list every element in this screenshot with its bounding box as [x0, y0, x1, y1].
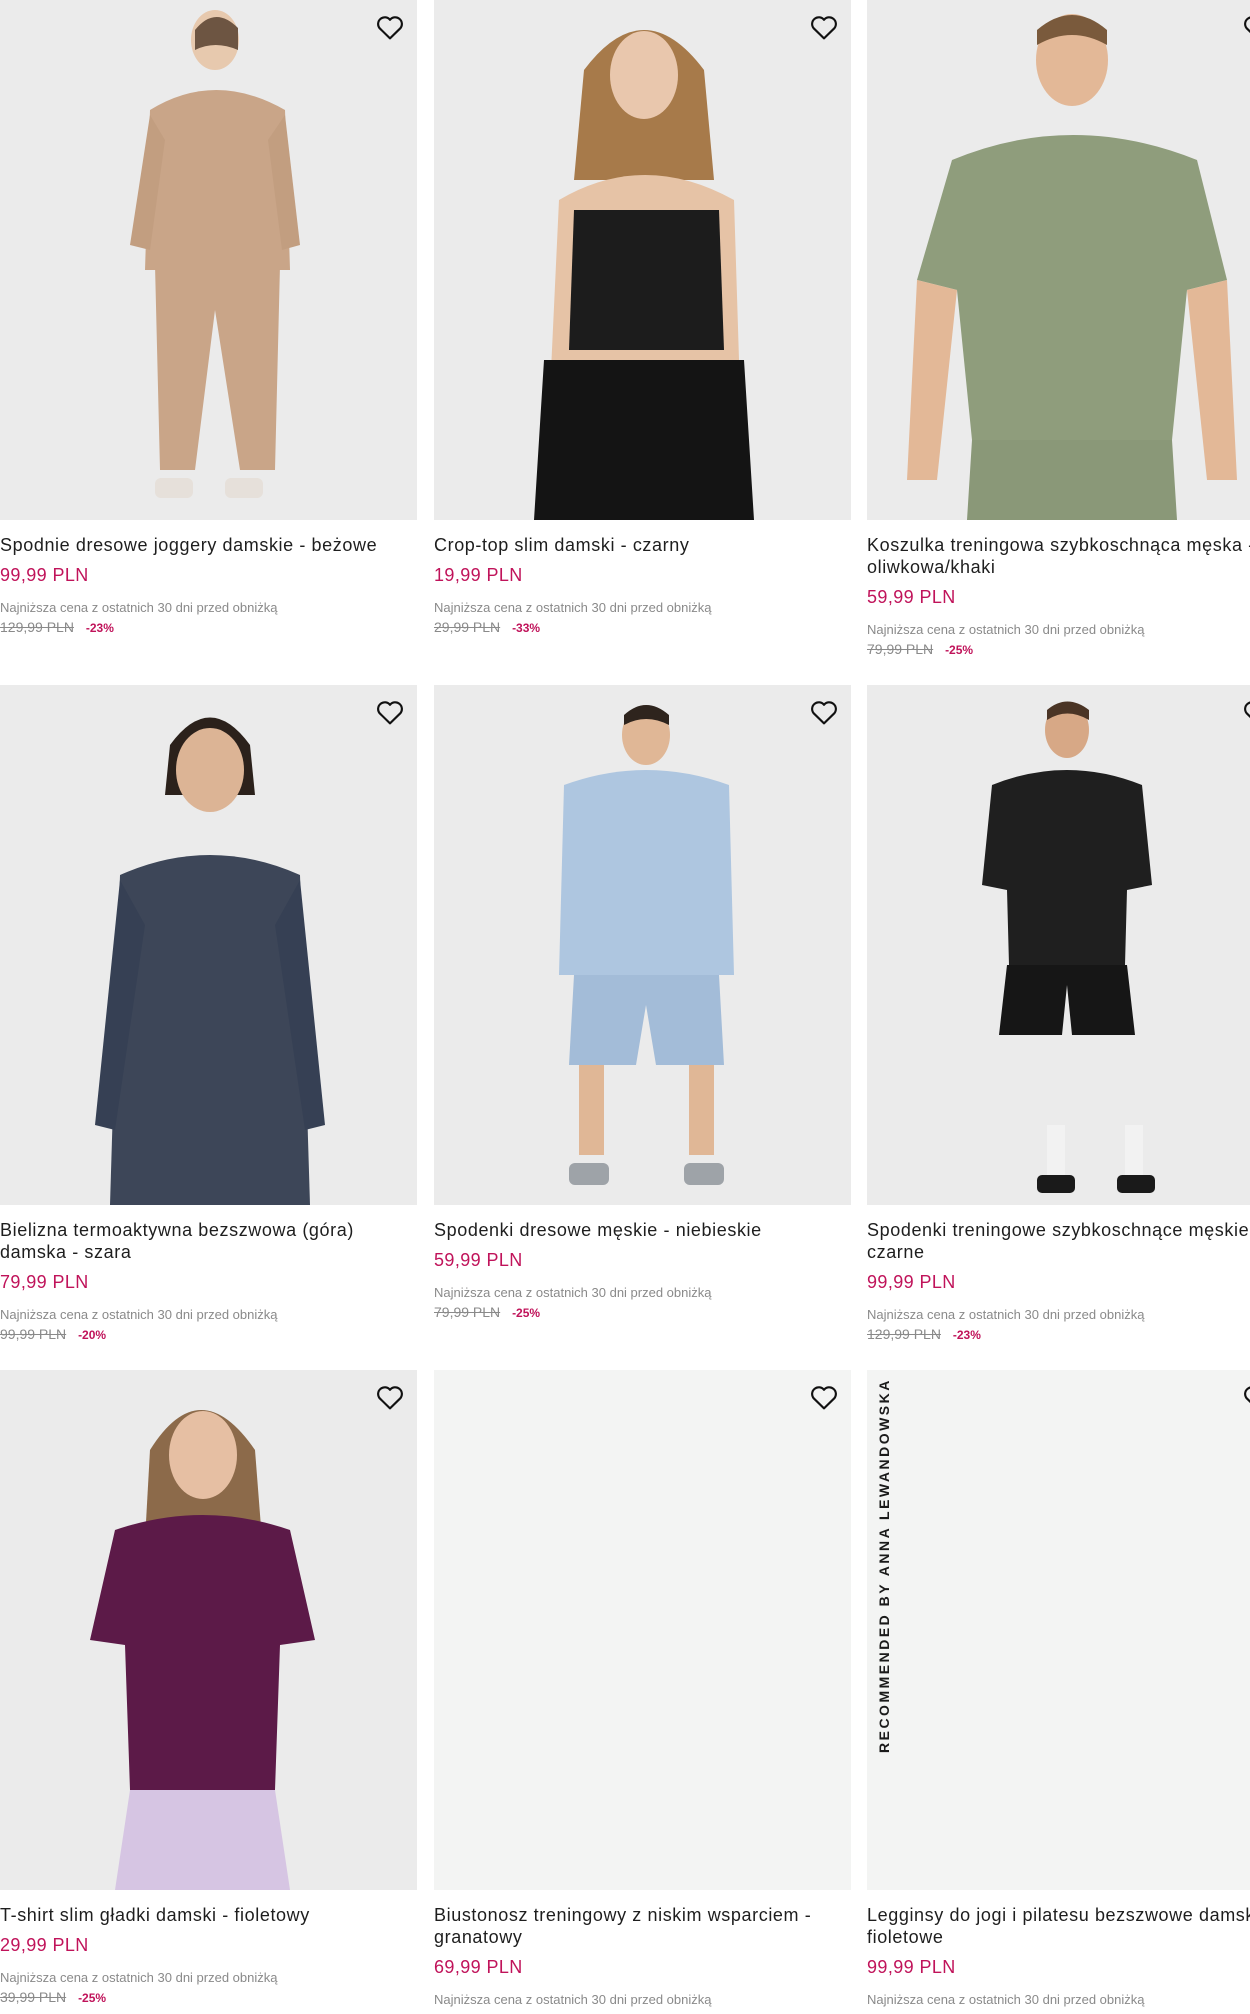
old-price-row: 79,99 PLN -25% [867, 641, 1250, 657]
product-price: 99,99 PLN [867, 1957, 956, 1977]
product-title[interactable]: Legginsy do jogi i pilatesu bezszwowe da… [867, 1904, 1250, 1948]
product-card[interactable]: T-shirt slim gładki damski - fioletowy 2… [0, 1370, 417, 2005]
product-image[interactable] [0, 1370, 417, 1890]
product-title[interactable]: Biustonosz treningowy z niskim wsparciem… [434, 1904, 851, 1948]
product-card[interactable]: Biustonosz treningowy z niskim wsparciem… [434, 1370, 851, 2007]
lowest-price-label: Najniższa cena z ostatnich 30 dni przed … [0, 600, 278, 615]
product-photo-black-crop-top [534, 30, 754, 520]
product-card[interactable]: RECOMMENDED BY ANNA LEWANDOWSKA Legginsy… [867, 1370, 1250, 2007]
recommended-badge: RECOMMENDED BY ANNA LEWANDOWSKA [876, 1378, 892, 1753]
product-card[interactable]: Spodenki treningowe szybkoschnące męskie… [867, 685, 1250, 1342]
product-info: Crop-top slim damski - czarny 19,99 PLN … [434, 520, 851, 635]
discount-badge: -25% [512, 1306, 541, 1320]
discount-badge: -33% [512, 621, 541, 635]
lowest-price-label: Najniższa cena z ostatnich 30 dni przed … [434, 1992, 712, 2007]
product-photo-blue-shorts [559, 705, 734, 1185]
discount-badge: -23% [952, 1328, 981, 1342]
product-info: Koszulka treningowa szybkoschnąca męska … [867, 520, 1250, 657]
product-image[interactable] [434, 0, 851, 520]
product-title[interactable]: Spodnie dresowe joggery damskie - beżowe [0, 534, 417, 556]
favorite-heart-icon[interactable] [373, 695, 407, 729]
lowest-price-label: Najniższa cena z ostatnich 30 dni przed … [867, 1992, 1145, 2007]
lowest-price-label: Najniższa cena z ostatnich 30 dni przed … [867, 622, 1145, 637]
lowest-price-label: Najniższa cena z ostatnich 30 dni przed … [434, 600, 712, 615]
product-card[interactable]: Spodenki dresowe męskie - niebieskie 59,… [434, 685, 851, 1320]
product-title[interactable]: Spodenki treningowe szybkoschnące męskie… [867, 1219, 1250, 1263]
old-price: 79,99 PLN [434, 1304, 501, 1320]
favorite-heart-icon[interactable] [373, 10, 407, 44]
product-price: 19,99 PLN [434, 565, 523, 585]
product-image[interactable] [867, 0, 1250, 520]
discount-badge: -20% [78, 1328, 107, 1342]
product-title[interactable]: Spodenki dresowe męskie - niebieskie [434, 1219, 851, 1241]
lowest-price-label: Najniższa cena z ostatnich 30 dni przed … [867, 1307, 1145, 1322]
old-price: 29,99 PLN [434, 619, 501, 635]
favorite-heart-icon[interactable] [807, 695, 841, 729]
favorite-heart-icon[interactable] [1240, 1380, 1250, 1414]
product-card[interactable]: Spodnie dresowe joggery damskie - beżowe… [0, 0, 417, 635]
product-image[interactable] [0, 685, 417, 1205]
product-image[interactable] [867, 685, 1250, 1205]
product-price: 99,99 PLN [867, 1272, 956, 1292]
old-price: 39,99 PLN [0, 1989, 67, 2005]
product-card[interactable]: Crop-top slim damski - czarny 19,99 PLN … [434, 0, 851, 635]
lowest-price-label: Najniższa cena z ostatnich 30 dni przed … [434, 1285, 712, 1300]
product-price: 79,99 PLN [0, 1272, 89, 1292]
discount-badge: -25% [78, 1991, 107, 2005]
old-price: 79,99 PLN [867, 641, 934, 657]
product-price: 29,99 PLN [0, 1935, 89, 1955]
old-price-row: 29,99 PLN -33% [434, 619, 851, 635]
product-price: 59,99 PLN [867, 587, 956, 607]
favorite-heart-icon[interactable] [1240, 695, 1250, 729]
product-photo-beige-tracksuit [130, 10, 300, 498]
lowest-price-label: Najniższa cena z ostatnich 30 dni przed … [0, 1970, 278, 1985]
product-image[interactable] [0, 0, 417, 520]
product-photo-black-shorts [982, 701, 1155, 1193]
old-price: 129,99 PLN [867, 1326, 941, 1342]
product-image[interactable] [434, 1370, 851, 1890]
product-title[interactable]: Bielizna termoaktywna bezszwowa (góra) d… [0, 1219, 417, 1263]
product-photo-grey-thermal-top [95, 717, 325, 1205]
product-info: Biustonosz treningowy z niskim wsparciem… [434, 1890, 851, 2007]
old-price-row: 129,99 PLN -23% [867, 1326, 1250, 1342]
old-price: 129,99 PLN [0, 619, 74, 635]
product-info: Legginsy do jogi i pilatesu bezszwowe da… [867, 1890, 1250, 2007]
favorite-heart-icon[interactable] [1240, 10, 1250, 44]
old-price-row: 129,99 PLN -23% [0, 619, 417, 635]
discount-badge: -23% [85, 621, 114, 635]
product-image[interactable] [434, 685, 851, 1205]
product-price: 59,99 PLN [434, 1250, 523, 1270]
product-price: 99,99 PLN [0, 565, 89, 585]
product-photo-purple-tshirt [90, 1410, 315, 1890]
favorite-heart-icon[interactable] [807, 10, 841, 44]
product-info: Spodenki dresowe męskie - niebieskie 59,… [434, 1205, 851, 1320]
favorite-heart-icon[interactable] [373, 1380, 407, 1414]
old-price: 99,99 PLN [0, 1326, 67, 1342]
product-card[interactable]: Koszulka treningowa szybkoschnąca męska … [867, 0, 1250, 657]
product-info: Bielizna termoaktywna bezszwowa (góra) d… [0, 1205, 417, 1342]
old-price-row: 79,99 PLN -25% [434, 1304, 851, 1320]
product-title[interactable]: Koszulka treningowa szybkoschnąca męska … [867, 534, 1250, 578]
product-image[interactable]: RECOMMENDED BY ANNA LEWANDOWSKA [867, 1370, 1250, 1890]
product-info: T-shirt slim gładki damski - fioletowy 2… [0, 1890, 417, 2005]
product-price: 69,99 PLN [434, 1957, 523, 1977]
product-title[interactable]: T-shirt slim gładki damski - fioletowy [0, 1904, 417, 1926]
old-price-row: 39,99 PLN -25% [0, 1989, 417, 2005]
product-info: Spodenki treningowe szybkoschnące męskie… [867, 1205, 1250, 1342]
product-info: Spodnie dresowe joggery damskie - beżowe… [0, 520, 417, 635]
product-photo-olive-tshirt [907, 14, 1237, 520]
product-title[interactable]: Crop-top slim damski - czarny [434, 534, 851, 556]
old-price-row: 99,99 PLN -20% [0, 1326, 417, 1342]
product-card[interactable]: Bielizna termoaktywna bezszwowa (góra) d… [0, 685, 417, 1342]
lowest-price-label: Najniższa cena z ostatnich 30 dni przed … [0, 1307, 278, 1322]
favorite-heart-icon[interactable] [807, 1380, 841, 1414]
discount-badge: -25% [945, 643, 974, 657]
